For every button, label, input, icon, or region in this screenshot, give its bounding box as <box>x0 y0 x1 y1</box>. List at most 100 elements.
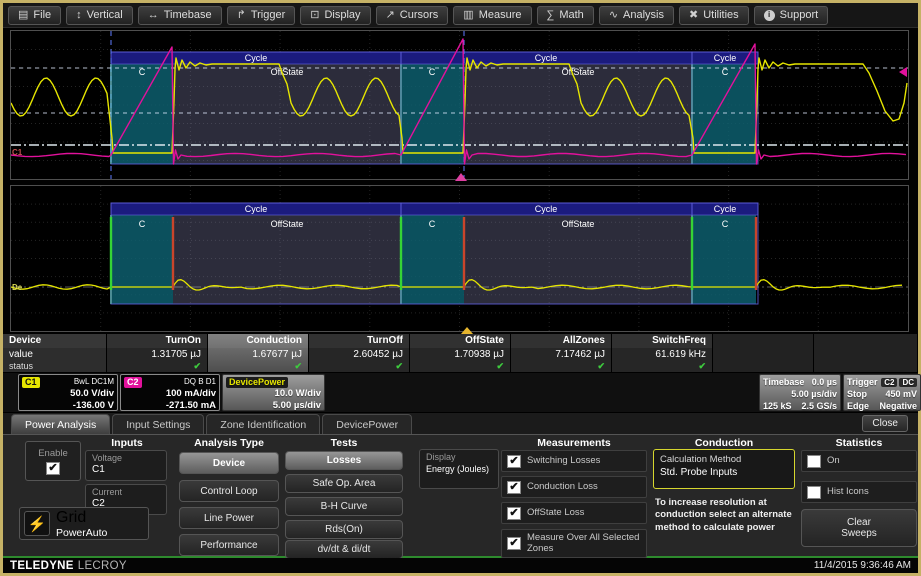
tests-button-rds-on-[interactable]: Rds(On) <box>285 520 403 539</box>
menu-item-label: Measure <box>479 9 522 21</box>
datetime: 11/4/2015 9:36:46 AM <box>814 560 911 571</box>
zone-label: OffState <box>562 219 595 229</box>
trigger-delay-marker[interactable] <box>461 327 473 334</box>
tab-input-settings[interactable]: Input Settings <box>112 414 204 434</box>
zone-label: C <box>722 219 729 229</box>
calculation-method-control[interactable]: Calculation Method Std. Probe Inputs <box>653 449 795 489</box>
grid-control[interactable]: ⚡ Grid PowerAuto <box>19 507 149 540</box>
analysis-type-button-device[interactable]: Device <box>179 452 279 474</box>
devicepower-chip: DevicePower <box>226 377 288 388</box>
measure-column-switchfreq: SwitchFreq61.619 kHz✔ <box>612 334 713 372</box>
measurement-conduction-loss[interactable]: Conduction Loss <box>501 476 647 498</box>
clear-sweeps-button[interactable]: Clear Sweeps <box>801 509 917 547</box>
oscilloscope-screen: ▤File ↕Vertical ↔Timebase ↱Trigger ⊡ Display ↗… <box>0 0 921 576</box>
measure-icon: ▥ <box>463 10 473 21</box>
status-check-icon: ✔ <box>309 361 409 372</box>
enable-checkbox[interactable] <box>46 462 60 475</box>
menu-item-label: Display <box>324 9 360 21</box>
menu-item-support[interactable]: i Support <box>754 6 829 25</box>
tests-button-b-h-curve[interactable]: B-H Curve <box>285 497 403 516</box>
tests-button-dv-dt-di-dt[interactable]: dv/dt & di/dt <box>285 540 403 559</box>
statistics-hist-icons-checkbox[interactable] <box>807 486 821 499</box>
voltage-input[interactable]: Voltage C1 <box>85 450 167 481</box>
analysis-icon: ∿ <box>609 10 618 21</box>
zone-label: C <box>429 219 436 229</box>
analysis-type-button-performance[interactable]: Performance <box>179 534 279 556</box>
menu-item-timebase[interactable]: ↔Timebase <box>138 6 222 25</box>
tests-button-losses[interactable]: Losses <box>285 451 403 470</box>
menu-item-utilities[interactable]: ✖Utilities <box>679 6 749 25</box>
menu-item-file[interactable]: ▤File <box>8 6 61 25</box>
measurement-offstate-loss[interactable]: OffState Loss <box>501 502 647 524</box>
devicepower-zero-marker: De <box>12 283 23 292</box>
zone-label: C <box>139 219 146 229</box>
measurement-switching-losses-checkbox[interactable] <box>507 455 521 468</box>
voltage-value: C1 <box>92 464 160 476</box>
zone-label: Cycle <box>535 53 558 63</box>
status-check-icon: ✔ <box>612 361 712 372</box>
display-control[interactable]: Display Energy (Joules) <box>419 449 499 489</box>
measure-name: TurnOff <box>309 334 409 348</box>
timebase-descriptor[interactable]: Timebase 0.0 µs 5.00 µs/div 125 kS 2.5 G… <box>759 374 841 411</box>
measurement-conduction-loss-checkbox[interactable] <box>507 481 521 494</box>
c2-scale: 100 mA/div <box>166 388 216 400</box>
c2-chip: C2 <box>124 377 142 388</box>
analysis-type-button-line-power[interactable]: Line Power <box>179 507 279 529</box>
menu-item-label: Support <box>780 9 819 21</box>
menu-item-label: Math <box>559 9 583 21</box>
tab-power-analysis[interactable]: Power Analysis <box>11 414 110 434</box>
conduction-note: To increase resolution at conduction sel… <box>655 497 801 534</box>
close-button[interactable]: Close <box>862 415 908 432</box>
support-icon: i <box>764 10 775 21</box>
menu-item-math[interactable]: ∑Math <box>537 6 594 25</box>
measure-name: TurnOn <box>107 334 207 348</box>
measurement-measure-over-all-zones[interactable]: Measure Over All Selected Zones <box>501 529 647 558</box>
c1-zero-marker: C1 <box>12 148 23 157</box>
brand-logo: TELEDYNELECROY <box>10 560 127 572</box>
trigger-position-marker[interactable] <box>455 173 467 181</box>
zone-label: OffState <box>271 219 304 229</box>
menu-item-display[interactable]: ⊡ Display <box>300 6 370 25</box>
tests-button-safe-op-area[interactable]: Safe Op. Area <box>285 474 403 493</box>
channel-descriptor-c2[interactable]: C2 DQ B D1 100 mA/div -271.50 mA <box>120 374 220 411</box>
measurement-offstate-loss-label: OffState Loss <box>527 508 584 519</box>
menu-item-measure[interactable]: ▥ Measure <box>453 6 531 25</box>
measurement-switching-losses[interactable]: Switching Losses <box>501 450 647 472</box>
measure-row-labels: Device value status <box>3 334 107 372</box>
menu-item-vertical[interactable]: ↕Vertical <box>66 6 133 25</box>
waveform-grid-bottom[interactable]: CycleCycleCycleCCCOffStateOffStateDe <box>10 185 909 332</box>
statistics-on-checkbox[interactable] <box>807 455 821 468</box>
statistics-hist-icons[interactable]: Hist Icons <box>801 481 917 503</box>
channel-descriptor-c1[interactable]: C1 BwL DC1M 50.0 V/div -136.00 V <box>18 374 118 411</box>
measurement-measure-over-all-zones-checkbox[interactable] <box>507 537 521 550</box>
trigger-descriptor[interactable]: Trigger C2DC Stop 450 mV Edge Negative <box>843 374 921 411</box>
menu-item-cursors[interactable]: ↗Cursors <box>376 6 449 25</box>
brand-teledyne: TELEDYNE <box>10 560 74 572</box>
calculation-method-label: Calculation Method <box>660 453 788 466</box>
menu-item-label: File <box>33 9 51 21</box>
menu-item-label: Cursors <box>400 9 439 21</box>
statistics-header: Statistics <box>799 437 919 449</box>
dialog-tab-row: Power AnalysisInput SettingsZone Identif… <box>3 413 918 434</box>
measure-label-name: Device <box>3 334 106 348</box>
analysis-type-button-control-loop[interactable]: Control Loop <box>179 480 279 502</box>
statistics-on[interactable]: On <box>801 450 917 472</box>
trace-descriptor-devicepower[interactable]: DevicePower 10.0 W/div 5.00 µs/div <box>222 374 325 411</box>
zone-label: Cycle <box>714 53 737 63</box>
status-check-icon: ✔ <box>107 361 207 372</box>
display-icon: ⊡ <box>310 10 319 21</box>
c1-offset: -136.00 V <box>73 400 114 412</box>
menu-item-trigger[interactable]: ↱Trigger <box>227 6 296 25</box>
waveform-area: CycleCycleCycleCCCOffStateOffStateC1 Cyc… <box>3 28 918 334</box>
waveform-grid-top[interactable]: CycleCycleCycleCCCOffStateOffStateC1 <box>10 30 909 180</box>
menu-bar: ▤File ↕Vertical ↔Timebase ↱Trigger ⊡ Display ↗… <box>3 3 918 28</box>
enable-control[interactable]: Enable <box>25 441 81 481</box>
measurement-offstate-loss-checkbox[interactable] <box>507 507 521 520</box>
measure-name: AllZones <box>511 334 611 348</box>
tab-devicepower[interactable]: DevicePower <box>322 414 412 434</box>
grid-label: Grid <box>56 509 107 527</box>
tab-zone-identification[interactable]: Zone Identification <box>206 414 320 434</box>
zone-label: Cycle <box>245 53 268 63</box>
power-analysis-dialog: Power AnalysisInput SettingsZone Identif… <box>3 413 918 558</box>
menu-item-analysis[interactable]: ∿Analysis <box>599 6 674 25</box>
